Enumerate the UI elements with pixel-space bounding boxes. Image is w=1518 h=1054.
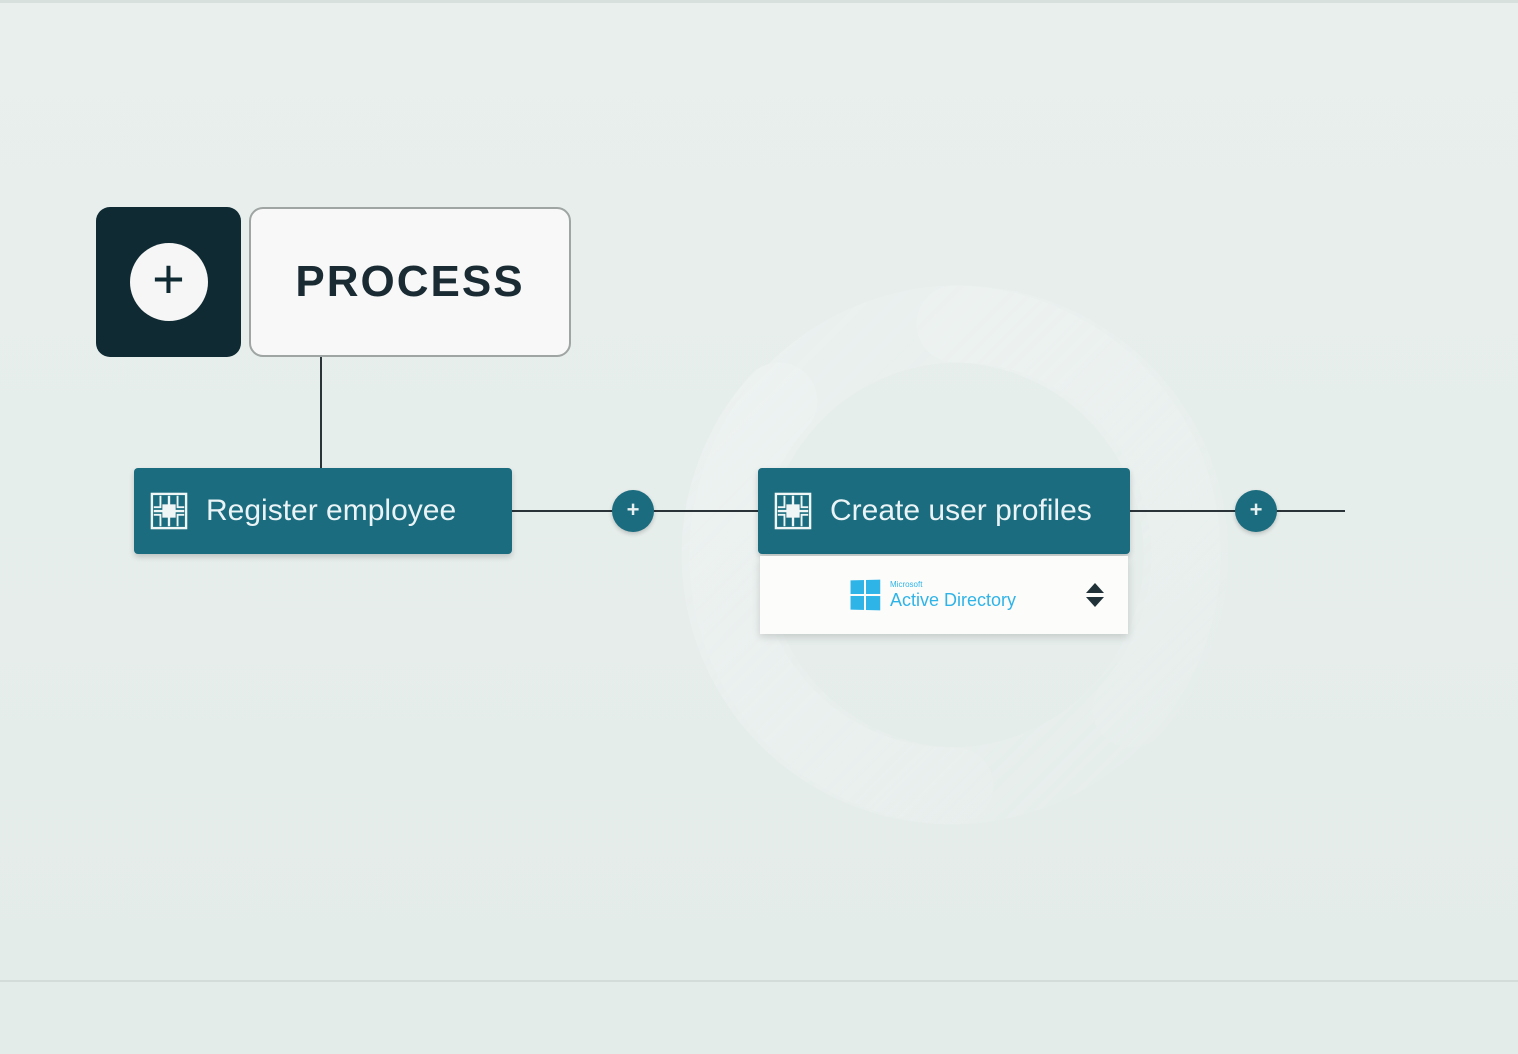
- add-step-button-2[interactable]: +: [1235, 490, 1277, 532]
- dropdown-selected: Microsoft Active Directory: [850, 580, 1016, 610]
- integration-dropdown[interactable]: Microsoft Active Directory: [760, 556, 1128, 634]
- plus-icon: +: [130, 243, 208, 321]
- add-process-button[interactable]: +: [96, 207, 241, 357]
- footer-divider: [0, 980, 1518, 982]
- process-title-card[interactable]: PROCESS: [249, 207, 571, 357]
- dropdown-vendor: Microsoft: [890, 581, 1016, 589]
- plus-icon: +: [1250, 499, 1263, 521]
- step-register-employee[interactable]: Register employee: [134, 468, 512, 554]
- process-header: + PROCESS: [96, 207, 571, 357]
- diagram-canvas: + PROCESS Register employee +: [0, 0, 1518, 1054]
- stepper-arrows-icon: [1086, 583, 1104, 607]
- windows-logo-icon: [851, 580, 881, 611]
- step-icon: [774, 492, 812, 530]
- step-create-user-profiles[interactable]: Create user profiles: [758, 468, 1130, 554]
- connector-vertical: [320, 357, 322, 483]
- add-step-button-1[interactable]: +: [612, 490, 654, 532]
- step-icon: [150, 492, 188, 530]
- plus-icon: +: [627, 499, 640, 521]
- step-label: Register employee: [206, 494, 456, 528]
- step-label: Create user profiles: [830, 494, 1092, 528]
- dropdown-product: Active Directory: [890, 591, 1016, 609]
- process-title: PROCESS: [295, 257, 524, 307]
